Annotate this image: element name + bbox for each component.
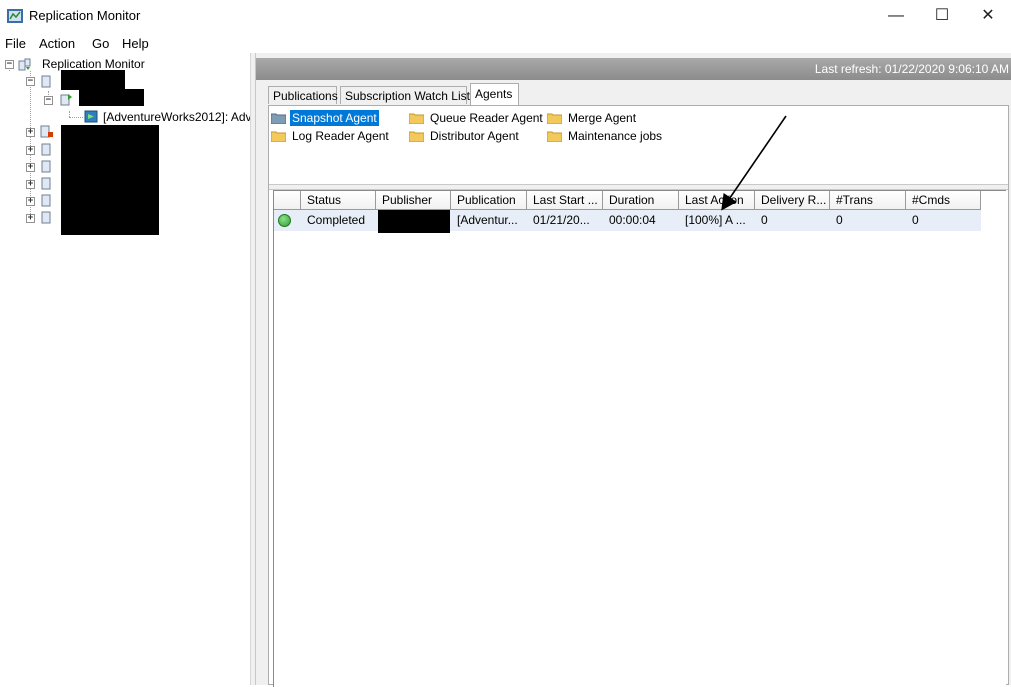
expand-toggle[interactable]: +: [26, 163, 35, 172]
maximize-button[interactable]: ☐: [919, 4, 965, 30]
publisher-icon: [41, 194, 51, 207]
collapse-toggle[interactable]: −: [5, 60, 14, 69]
agent-snapshot[interactable]: Snapshot Agent: [271, 110, 391, 126]
title-bar: Replication Monitor — ☐ ✕: [0, 0, 1011, 32]
menu-bar: File Action Go Help: [0, 33, 1011, 53]
publication-icon: [60, 94, 72, 106]
menu-help[interactable]: Help: [122, 36, 149, 51]
folder-icon: [547, 113, 562, 124]
column-header-cmds[interactable]: #Cmds: [906, 191, 981, 210]
agent-label: Log Reader Agent: [292, 129, 389, 143]
cell-status: Completed: [307, 213, 366, 227]
agent-distributor[interactable]: Distributor Agent: [409, 128, 539, 144]
publisher-icon: [41, 211, 51, 224]
publisher-icon: [41, 143, 51, 156]
tab-publications[interactable]: Publications: [268, 86, 338, 104]
refresh-bar: Last refresh: 01/22/2020 9:06:10 AM: [256, 58, 1011, 80]
column-header-trans[interactable]: #Trans: [830, 191, 906, 210]
column-header-delivery-rate[interactable]: Delivery R...: [755, 191, 830, 210]
replication-monitor-icon: [18, 58, 31, 71]
folder-icon: [409, 113, 424, 124]
agent-label: Snapshot Agent: [290, 110, 379, 126]
expand-toggle[interactable]: +: [26, 180, 35, 189]
status-cell-icon: [274, 210, 301, 231]
agent-label: Queue Reader Agent: [430, 111, 543, 125]
menu-action[interactable]: Action: [39, 36, 75, 51]
cell-last-action: [100%] A ...: [685, 213, 746, 227]
expand-toggle[interactable]: +: [26, 128, 35, 137]
tab-agents[interactable]: Agents: [470, 83, 519, 105]
agent-label: Maintenance jobs: [568, 129, 663, 143]
column-header-duration[interactable]: Duration: [603, 191, 679, 210]
agent-label: Distributor Agent: [430, 129, 519, 143]
close-button[interactable]: ✕: [965, 4, 1011, 30]
expand-toggle[interactable]: +: [26, 214, 35, 223]
table-row[interactable]: Completed [Adventur... 01/21/20... 00:00…: [274, 210, 981, 233]
collapse-toggle[interactable]: −: [44, 96, 53, 105]
window-title: Replication Monitor: [29, 8, 141, 23]
agent-maintenance-jobs[interactable]: Maintenance jobs: [547, 128, 677, 144]
folder-icon: [409, 131, 424, 142]
cell-delivery-rate: 0: [761, 213, 768, 227]
publisher-icon: [41, 75, 51, 88]
redacted-publication: [79, 89, 144, 106]
last-refresh-text: Last refresh: 01/22/2020 9:06:10 AM: [814, 62, 1009, 76]
cell-trans: 0: [836, 213, 843, 227]
tree-publication-label[interactable]: [AdventureWorks2012]: Adve: [103, 110, 250, 124]
agent-merge[interactable]: Merge Agent: [547, 110, 667, 126]
minimize-button[interactable]: —: [873, 4, 919, 30]
agent-label: Merge Agent: [568, 111, 637, 125]
subscription-icon: [84, 110, 98, 123]
cell-last-start: 01/21/20...: [533, 213, 590, 227]
expand-toggle[interactable]: +: [26, 197, 35, 206]
publisher-warning-icon: [40, 125, 53, 138]
column-header-last-start[interactable]: Last Start ...: [527, 191, 603, 210]
agent-grid[interactable]: Status Publisher Publication Last Start …: [273, 190, 1006, 687]
redacted-publishers: [61, 125, 159, 235]
menu-go[interactable]: Go: [92, 36, 109, 51]
cell-cmds: 0: [912, 213, 919, 227]
redacted-publisher: [61, 70, 125, 90]
tab-subscription-watch-list[interactable]: Subscription Watch List: [340, 86, 470, 104]
tree-root-label[interactable]: Replication Monitor: [42, 57, 145, 71]
cell-publication: [Adventur...: [457, 213, 518, 227]
collapse-toggle[interactable]: −: [26, 77, 35, 86]
redacted-publisher-cell: [378, 210, 450, 233]
folder-icon: [547, 131, 562, 142]
cell-duration: 00:00:04: [609, 213, 656, 227]
column-header-publication[interactable]: Publication: [451, 191, 527, 210]
agents-tab-panel: Snapshot Agent Queue Reader Agent Merge …: [268, 105, 1009, 687]
publisher-icon: [41, 160, 51, 173]
column-header-last-action[interactable]: Last Action: [679, 191, 755, 210]
success-check-icon: [278, 214, 291, 227]
expand-toggle[interactable]: +: [26, 146, 35, 155]
column-header-publisher[interactable]: Publisher: [376, 191, 451, 210]
menu-file[interactable]: File: [5, 36, 26, 51]
agent-log-reader[interactable]: Log Reader Agent: [271, 128, 401, 144]
column-header-status[interactable]: Status: [301, 191, 376, 210]
folder-icon: [271, 113, 286, 124]
details-pane: Last refresh: 01/22/2020 9:06:10 AM Publ…: [256, 53, 1011, 687]
navigation-tree[interactable]: − Replication Monitor − − [AdventureWork…: [0, 55, 250, 685]
agent-queue-reader[interactable]: Queue Reader Agent: [409, 110, 549, 126]
grid-header: Status Publisher Publication Last Start …: [274, 191, 1006, 210]
column-header-icon[interactable]: [274, 191, 301, 210]
replication-monitor-app-icon: [7, 9, 23, 23]
publisher-icon: [41, 177, 51, 190]
agent-type-list[interactable]: Snapshot Agent Queue Reader Agent Merge …: [271, 110, 1005, 185]
folder-icon: [271, 131, 286, 142]
